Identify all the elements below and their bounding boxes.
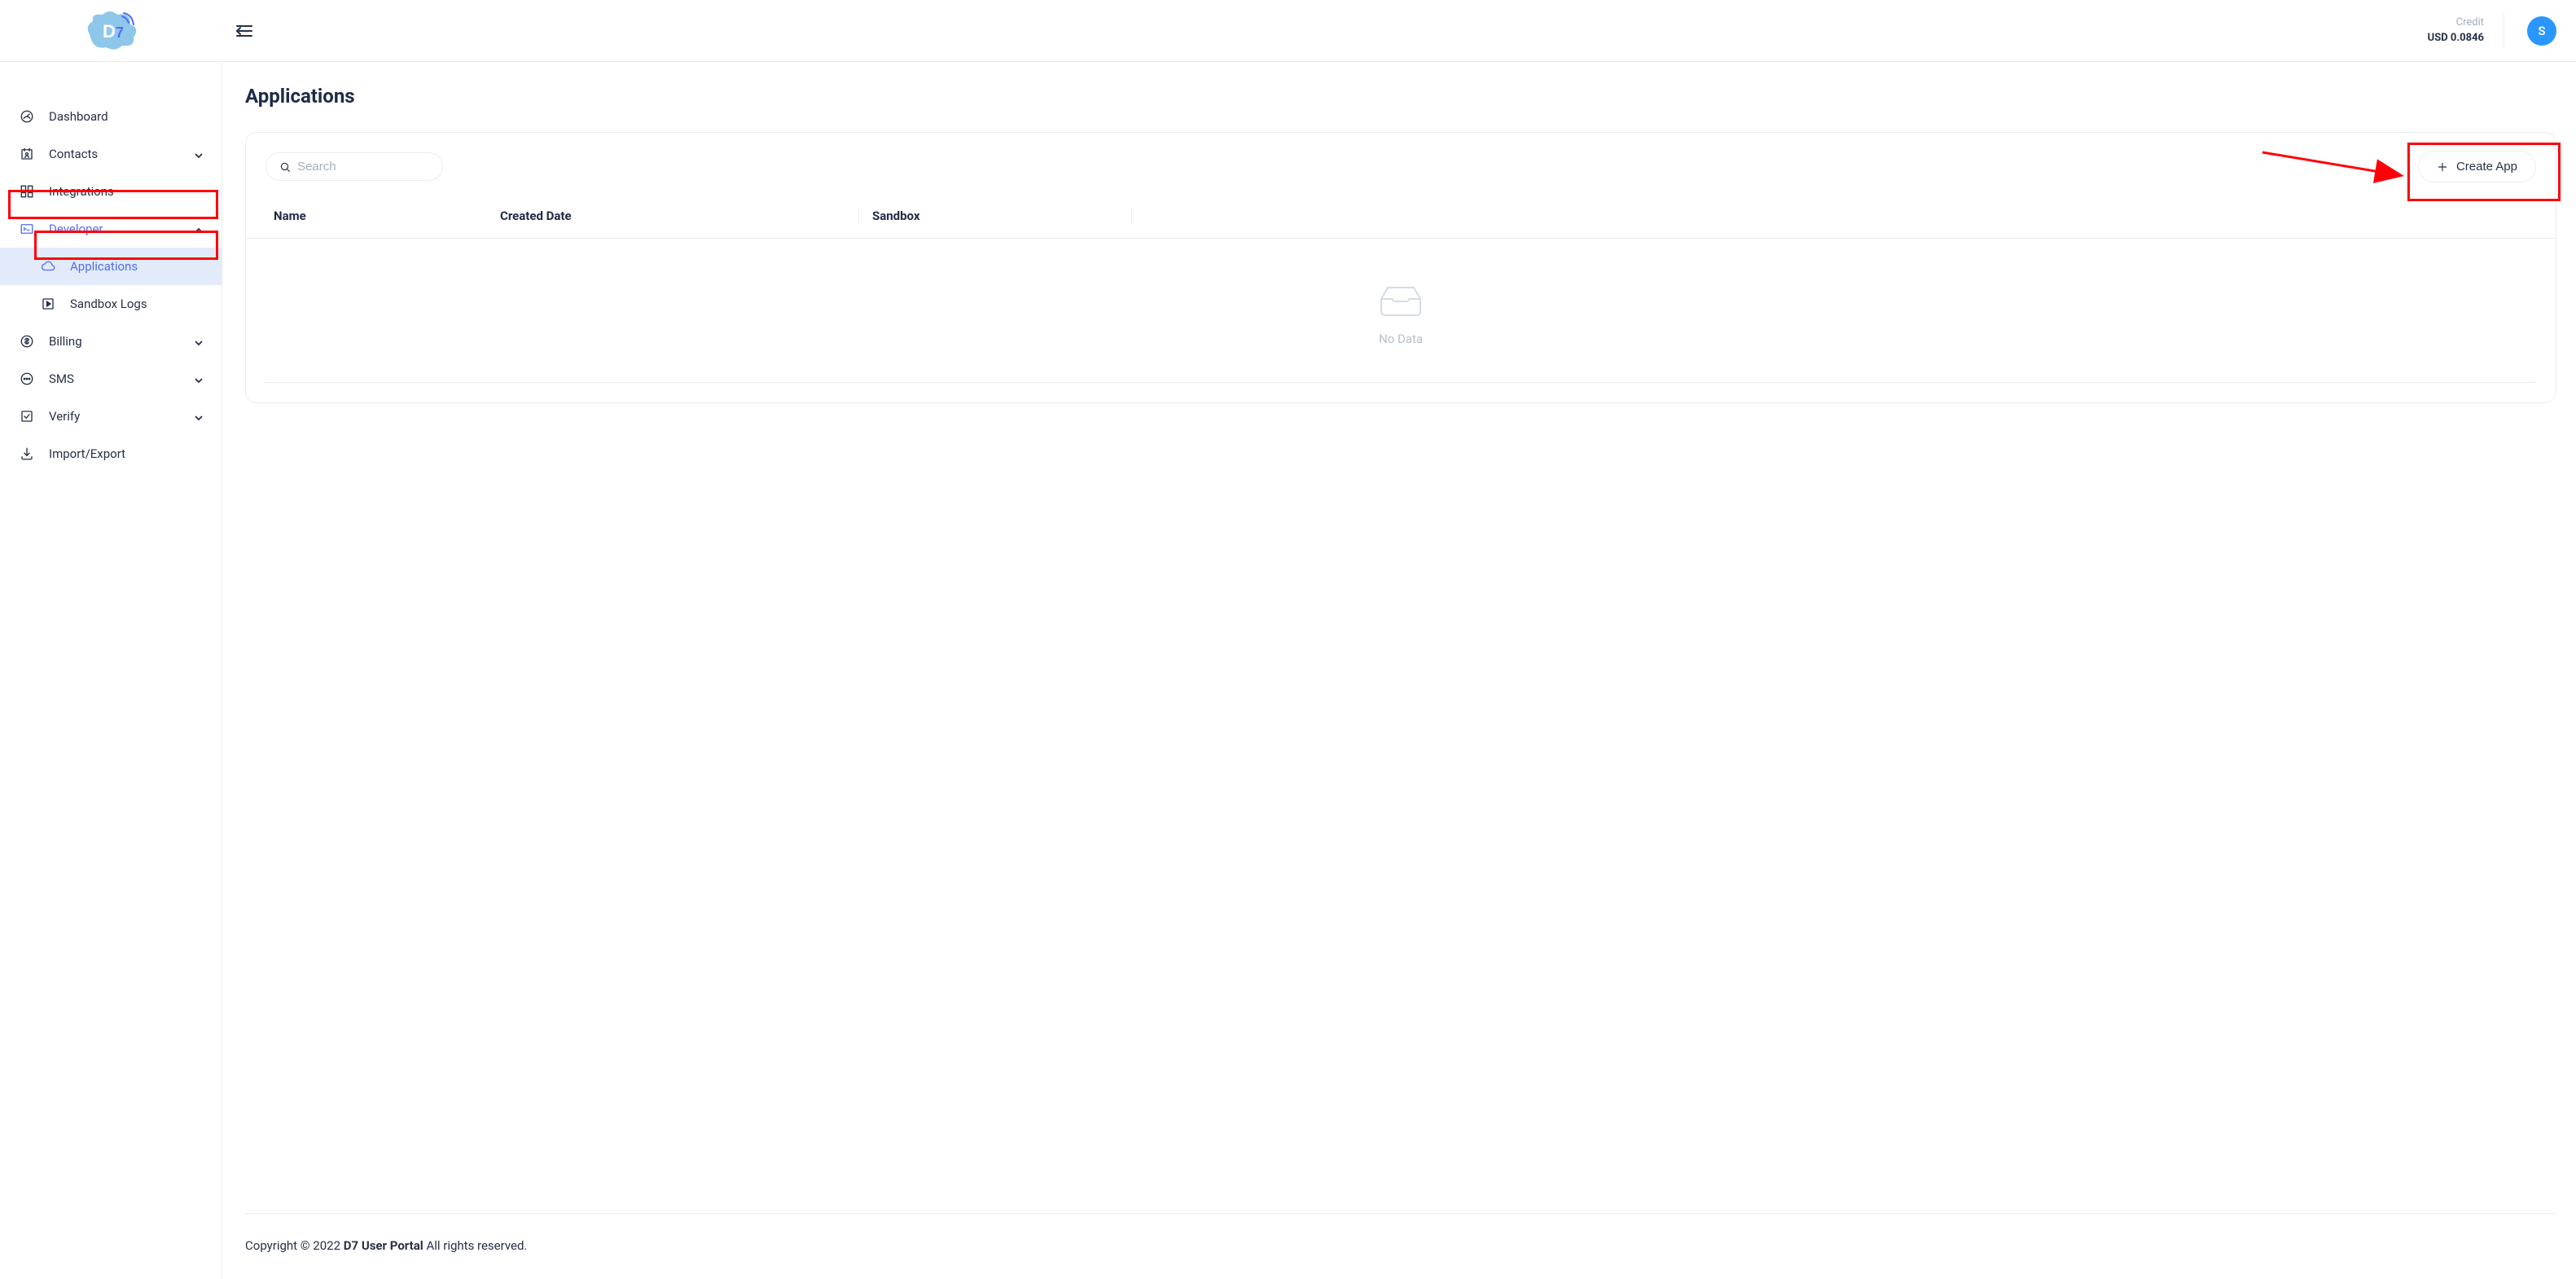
empty-state: No Data (265, 239, 2536, 383)
chevron-down-icon (194, 374, 204, 384)
contacts-icon (20, 147, 34, 161)
sidebar-item-label: Sandbox Logs (70, 297, 204, 311)
sidebar-toggle-icon[interactable] (234, 21, 253, 41)
sidebar-item-integrations[interactable]: Integrations (0, 173, 222, 210)
import-export-icon (20, 446, 34, 461)
footer-prefix: Copyright © 2022 (245, 1238, 344, 1253)
svg-text:D: D (103, 21, 116, 42)
footer-suffix: All rights reserved. (423, 1238, 528, 1253)
sidebar-item-contacts[interactable]: Contacts (0, 135, 222, 173)
sidebar-item-developer[interactable]: Developer (0, 210, 222, 248)
search-input-wrap[interactable] (265, 152, 443, 181)
card-toolbar: Create App (246, 151, 2556, 194)
billing-icon (20, 334, 34, 349)
verify-icon (20, 409, 34, 424)
sidebar-item-verify[interactable]: Verify (0, 398, 222, 435)
sidebar-item-label: Billing (49, 334, 179, 349)
play-square-icon (41, 297, 55, 311)
main-content: Applications Create App (222, 62, 2576, 1279)
credit-value: USD 0.0846 (2428, 31, 2484, 46)
avatar-initial: S (2538, 24, 2545, 38)
svg-text:7: 7 (116, 24, 124, 41)
dashboard-icon (20, 109, 34, 124)
integrations-icon (20, 184, 34, 199)
sidebar-item-dashboard[interactable]: Dashboard (0, 98, 222, 135)
sidebar-subitem-sandbox-logs[interactable]: Sandbox Logs (0, 285, 222, 323)
logo-container: D 7 (0, 10, 222, 52)
sidebar-subitem-applications[interactable]: Applications (0, 248, 222, 285)
credit-block: Credit USD 0.0846 (2428, 13, 2504, 49)
terminal-icon (20, 222, 34, 236)
empty-icon (1378, 283, 1424, 317)
sidebar-item-label: Dashboard (49, 109, 204, 124)
search-input[interactable] (297, 160, 429, 174)
sidebar-item-label: Integrations (49, 184, 204, 199)
empty-text: No Data (1379, 332, 1423, 346)
create-app-button[interactable]: Create App (2418, 151, 2536, 182)
column-sandbox: Sandbox (858, 209, 1131, 223)
chevron-down-icon (194, 149, 204, 159)
sidebar-item-sms[interactable]: SMS (0, 360, 222, 398)
create-app-label: Create App (2456, 160, 2517, 174)
sidebar-item-label: Contacts (49, 147, 179, 161)
plus-icon (2437, 161, 2448, 173)
footer: Copyright © 2022 D7 User Portal All righ… (245, 1213, 2556, 1253)
sidebar: Dashboard Contacts (0, 62, 222, 1279)
cloud-icon (41, 259, 55, 274)
column-name: Name (274, 209, 500, 223)
sidebar-item-label: Developer (49, 222, 179, 236)
sidebar-item-label: SMS (49, 371, 179, 386)
topbar: D 7 Credit USD 0.0846 (0, 0, 2576, 62)
sidebar-item-label: Applications (70, 259, 204, 274)
applications-card: Create App Name Created Date Sandbox No … (245, 132, 2556, 403)
credit-label: Credit (2428, 15, 2484, 30)
sms-icon (20, 371, 34, 386)
sidebar-item-label: Verify (49, 409, 179, 424)
search-icon (279, 160, 291, 174)
sidebar-item-label: Import/Export (49, 446, 204, 461)
brand-logo[interactable]: D 7 (82, 10, 141, 52)
column-created: Created Date (500, 209, 858, 223)
chevron-up-icon (194, 224, 204, 234)
table-header: Name Created Date Sandbox (246, 194, 2556, 239)
chevron-down-icon (194, 411, 204, 421)
chevron-down-icon (194, 336, 204, 346)
topbar-right: Credit USD 0.0846 S (222, 13, 2556, 49)
footer-brand: D7 User Portal (344, 1238, 423, 1253)
page-title: Applications (245, 85, 2556, 108)
sidebar-item-billing[interactable]: Billing (0, 323, 222, 360)
column-actions (1131, 209, 2536, 223)
sidebar-item-import-export[interactable]: Import/Export (0, 435, 222, 472)
avatar[interactable]: S (2527, 16, 2556, 46)
